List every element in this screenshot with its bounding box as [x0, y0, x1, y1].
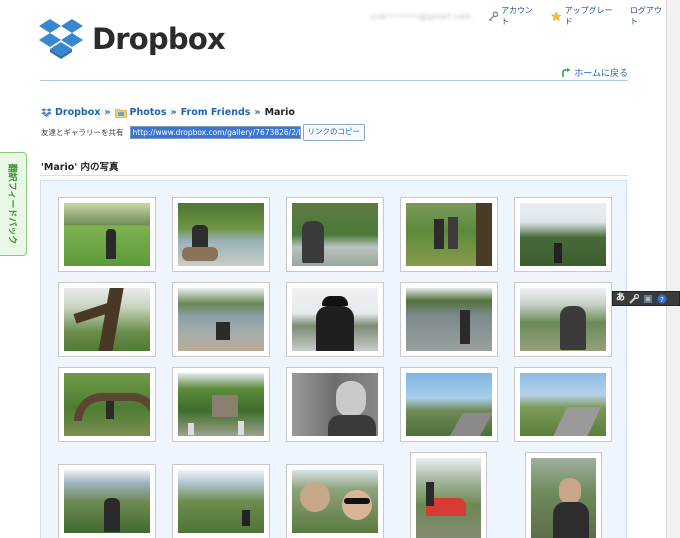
photo-image	[292, 470, 378, 533]
photo-thumbnail[interactable]	[172, 464, 270, 538]
photo-image	[178, 203, 264, 266]
photo-image	[520, 203, 606, 266]
breadcrumb-photos[interactable]: Photos	[114, 107, 167, 118]
breadcrumb-separator: »	[254, 107, 261, 118]
photo-image	[292, 203, 378, 266]
share-label: 友達とギャラリーを共有	[41, 128, 124, 137]
breadcrumb-dropbox[interactable]: Dropbox	[41, 107, 100, 118]
photo-thumbnail[interactable]	[514, 282, 612, 357]
logout-label: ログアウト	[629, 6, 662, 26]
photo-image	[178, 470, 264, 533]
top-links: user••••••@gmail.com アカウント アップグレード ログアウト	[370, 5, 680, 27]
upgrade-link[interactable]: アップグレード	[551, 5, 618, 27]
back-arrow-icon	[562, 67, 571, 77]
photo-image	[406, 203, 492, 266]
dictionary-icon[interactable]	[643, 294, 653, 304]
photo-image	[292, 373, 378, 436]
breadcrumb-from-friends[interactable]: From Friends	[181, 107, 251, 118]
photo-thumbnail[interactable]	[286, 282, 384, 357]
feedback-tab-label: 翻訳フィードバック	[6, 163, 17, 245]
photo-image	[178, 288, 264, 351]
photo-thumbnail[interactable]	[286, 197, 384, 272]
photo-thumbnail[interactable]	[514, 197, 612, 272]
section-divider	[40, 175, 628, 176]
photo-image	[520, 373, 606, 436]
photo-image	[416, 458, 481, 538]
logo-text: Dropbox	[92, 22, 226, 56]
photo-thumbnail[interactable]	[410, 452, 487, 538]
share-row: 友達とギャラリーを共有 http://www.dropbox.com/galle…	[41, 124, 365, 141]
dropbox-box-icon	[39, 19, 83, 59]
user-email: user••••••@gmail.com	[370, 11, 472, 21]
photo-image	[531, 458, 596, 538]
account-label: アカウント	[501, 6, 534, 26]
photo-image	[406, 288, 492, 351]
photo-image	[64, 470, 150, 533]
photo-image	[64, 288, 150, 351]
dropbox-small-icon	[41, 107, 52, 117]
tools-icon[interactable]	[629, 293, 640, 304]
photo-thumbnail[interactable]	[286, 464, 384, 538]
upgrade-label: アップグレード	[564, 6, 613, 26]
photo-folder-icon	[114, 108, 127, 118]
breadcrumb-separator: »	[170, 107, 177, 118]
vertical-scrollbar[interactable]	[666, 0, 680, 538]
svg-text:?: ?	[660, 296, 664, 304]
photo-thumbnail[interactable]	[514, 367, 612, 442]
photo-gallery	[40, 180, 627, 538]
photo-thumbnail[interactable]	[172, 282, 270, 357]
breadcrumb-photos-label: Photos	[129, 107, 167, 118]
ime-toolbar: あ ?	[612, 291, 680, 306]
photo-image	[406, 373, 492, 436]
page: user••••••@gmail.com アカウント アップグレード ログアウト	[0, 0, 680, 538]
share-url-field[interactable]: http://www.dropbox.com/gallery/7673826/2…	[129, 126, 301, 139]
copy-link-button[interactable]: リンクのコピー	[302, 124, 365, 141]
photo-image	[64, 203, 150, 266]
account-link[interactable]: アカウント	[488, 5, 540, 27]
photo-thumbnail[interactable]	[172, 197, 270, 272]
home-link[interactable]: ホームに戻る	[561, 66, 628, 79]
photo-image	[178, 373, 264, 436]
photo-thumbnail[interactable]	[525, 452, 602, 538]
breadcrumb-dropbox-label: Dropbox	[55, 107, 101, 118]
photo-thumbnail[interactable]	[286, 367, 384, 442]
photo-thumbnail[interactable]	[58, 282, 156, 357]
breadcrumb: Dropbox » Photos » From Friends » Mario	[41, 107, 295, 118]
translation-feedback-tab[interactable]: 翻訳フィードバック	[0, 152, 27, 256]
gallery-title: 'Mario' 内の写真	[41, 162, 119, 173]
header-divider	[40, 80, 628, 81]
home-label: ホームに戻る	[574, 69, 628, 79]
logout-link[interactable]: ログアウト	[630, 5, 668, 27]
key-icon	[488, 11, 498, 21]
photo-thumbnail[interactable]	[172, 367, 270, 442]
photo-image	[520, 288, 606, 351]
photo-thumbnail[interactable]	[400, 197, 498, 272]
photo-thumbnail[interactable]	[58, 464, 156, 538]
help-icon[interactable]: ?	[657, 294, 667, 304]
dropbox-logo[interactable]: Dropbox	[38, 18, 226, 60]
breadcrumb-separator: »	[104, 107, 111, 118]
photo-thumbnail[interactable]	[58, 197, 156, 272]
photo-thumbnail[interactable]	[58, 367, 156, 442]
ime-mode-indicator[interactable]: あ	[616, 292, 625, 305]
photo-image	[64, 373, 150, 436]
photo-thumbnail[interactable]	[400, 367, 498, 442]
photo-image	[292, 288, 378, 351]
photo-thumbnail[interactable]	[400, 282, 498, 357]
star-icon	[551, 10, 562, 21]
breadcrumb-current: Mario	[264, 107, 295, 118]
